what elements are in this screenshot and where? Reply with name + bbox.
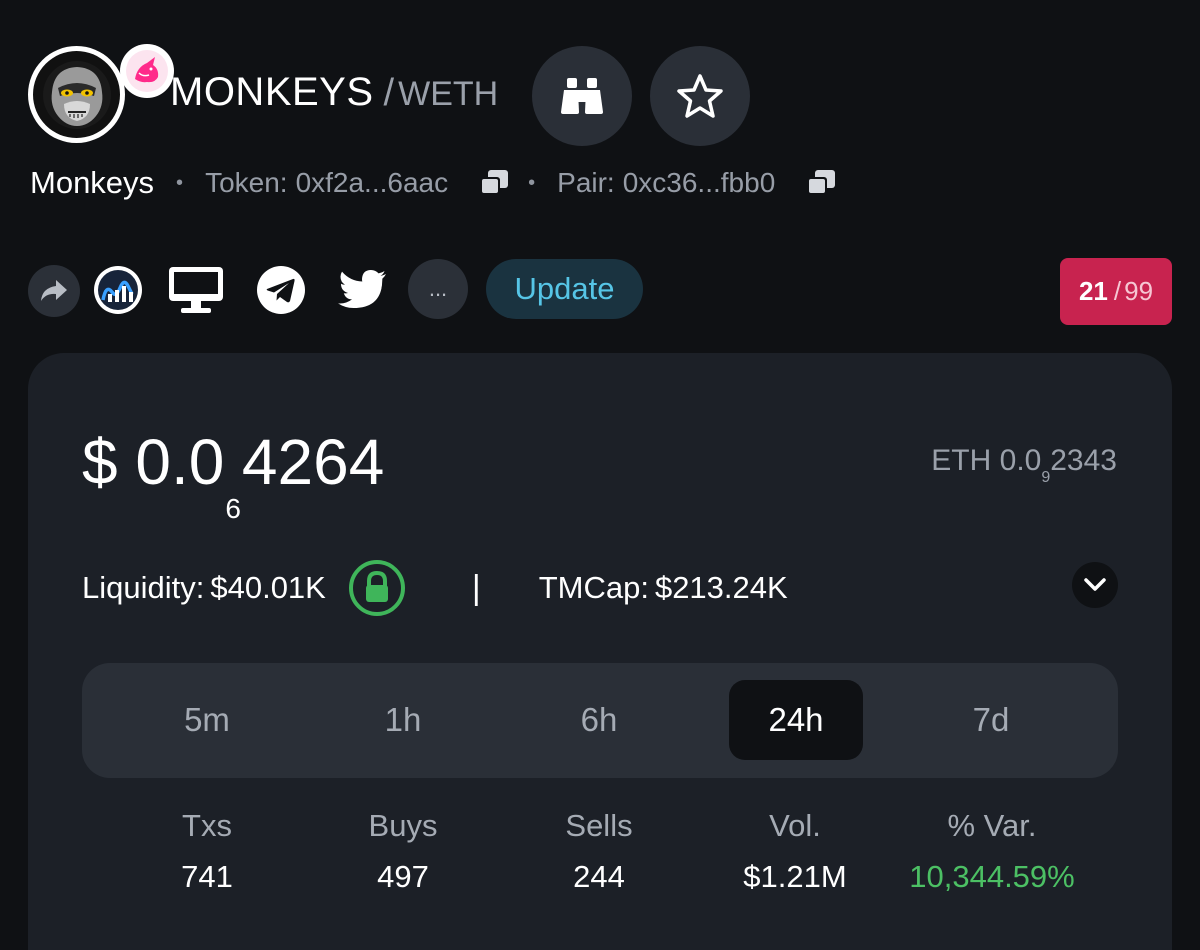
twitter-link[interactable]	[338, 264, 388, 316]
token-avatar-group	[28, 44, 174, 144]
meta-dot: •	[528, 171, 536, 194]
stat-price-change: % Var. 10,344.59%	[892, 800, 1092, 902]
chevron-down-icon	[1084, 578, 1106, 591]
tab-5m[interactable]: 5m	[140, 680, 274, 760]
liquidity-stats-row: Liquidity: $40.01K | TMCap: $213.24K	[82, 560, 1118, 616]
tmcap-value: $213.24K	[654, 570, 788, 605]
coinmarketcap-link[interactable]	[92, 264, 144, 316]
stat-buys: Buys 497	[303, 800, 503, 902]
pair-base-symbol: MONKEYS	[170, 70, 374, 114]
uniswap-badge	[120, 44, 174, 98]
stat-value: 741	[181, 859, 233, 894]
pair-separator: /	[383, 72, 395, 114]
telegram-link[interactable]	[255, 264, 307, 316]
price-eth-prefix: ETH 0.0	[931, 444, 1042, 477]
stat-value: 497	[377, 859, 429, 894]
watchlist-button[interactable]	[650, 46, 750, 146]
pair-title: MONKEYS / WETH	[170, 70, 498, 126]
stat-label: % Var.	[947, 808, 1037, 843]
search-pairs-button[interactable]	[532, 46, 632, 146]
price-eth: ETH 0.092343	[931, 441, 1117, 486]
stat-txs: Txs 741	[107, 800, 307, 902]
monkey-logo-icon	[42, 60, 111, 129]
stat-label: Sells	[565, 808, 633, 843]
lock-icon	[348, 560, 405, 616]
price-eth-zero-count: 9	[1041, 469, 1051, 486]
stat-value: $1.21M	[743, 859, 847, 894]
website-icon	[169, 267, 223, 313]
update-info-button[interactable]: Update	[486, 259, 643, 319]
tab-1h[interactable]: 1h	[336, 680, 470, 760]
binoculars-icon	[561, 78, 603, 114]
token-name: Monkeys	[30, 165, 155, 200]
liquidity-label: Liquidity:	[82, 570, 205, 605]
tmcap-label: TMCap:	[538, 570, 649, 605]
score-max: 99	[1124, 276, 1154, 306]
score-separator: /	[1113, 276, 1122, 306]
copy-pair-address-button[interactable]	[805, 166, 839, 200]
stat-value: 244	[573, 859, 625, 894]
price-usd: $ 0.064264	[82, 420, 385, 524]
score-value: 21	[1078, 276, 1108, 306]
stat-volume: Vol. $1.21M	[695, 800, 895, 902]
tab-24h[interactable]: 24h	[729, 680, 863, 760]
coinmarketcap-icon	[94, 266, 142, 314]
price-usd-zero-count: 6	[225, 493, 241, 524]
stat-sells: Sells 244	[499, 800, 699, 902]
token-score-badge[interactable]: 21 / 99	[1060, 258, 1172, 325]
unicorn-icon	[126, 50, 168, 92]
pair-address: 0xc36...fbb0	[622, 167, 776, 198]
token-address-label: Token:	[205, 167, 288, 198]
timeframe-tabs: 5m 1h 6h 24h 7d	[82, 663, 1118, 778]
stat-label: Txs	[182, 808, 232, 843]
price-eth-digits: 2343	[1050, 444, 1117, 477]
star-icon	[677, 74, 723, 118]
price-usd-prefix: $ 0.0	[82, 426, 225, 498]
token-address: 0xf2a...6aac	[295, 167, 449, 198]
liquidity-value: $40.01K	[210, 570, 326, 605]
pair-quote-symbol: WETH	[398, 75, 499, 113]
copy-icon	[480, 170, 509, 195]
pair-address-label: Pair:	[557, 167, 615, 198]
website-link[interactable]	[166, 264, 226, 316]
telegram-icon	[257, 266, 305, 314]
token-avatar	[28, 46, 125, 143]
stat-label: Vol.	[769, 808, 821, 843]
meta-dot: •	[176, 171, 184, 194]
copy-icon	[807, 170, 836, 195]
tab-7d[interactable]: 7d	[924, 680, 1058, 760]
stats-divider: |	[471, 568, 481, 607]
tab-6h[interactable]: 6h	[532, 680, 666, 760]
price-usd-digits: 4264	[241, 426, 385, 498]
share-button[interactable]	[28, 265, 80, 317]
transaction-stats: Txs 741 Buys 497 Sells 244 Vol. $1.21M %…	[82, 800, 1118, 910]
token-meta-row: Monkeys • Token: 0xf2a...6aac • Pair: 0x…	[30, 160, 990, 206]
stat-label: Buys	[368, 808, 438, 843]
copy-token-address-button[interactable]	[478, 166, 512, 200]
share-icon	[41, 280, 67, 301]
twitter-icon	[338, 270, 386, 308]
expand-stats-button[interactable]	[1072, 562, 1118, 608]
stat-value: 10,344.59%	[909, 859, 1075, 894]
more-links-button[interactable]: ...	[408, 259, 468, 319]
liquidity-lock-button[interactable]	[348, 559, 406, 617]
